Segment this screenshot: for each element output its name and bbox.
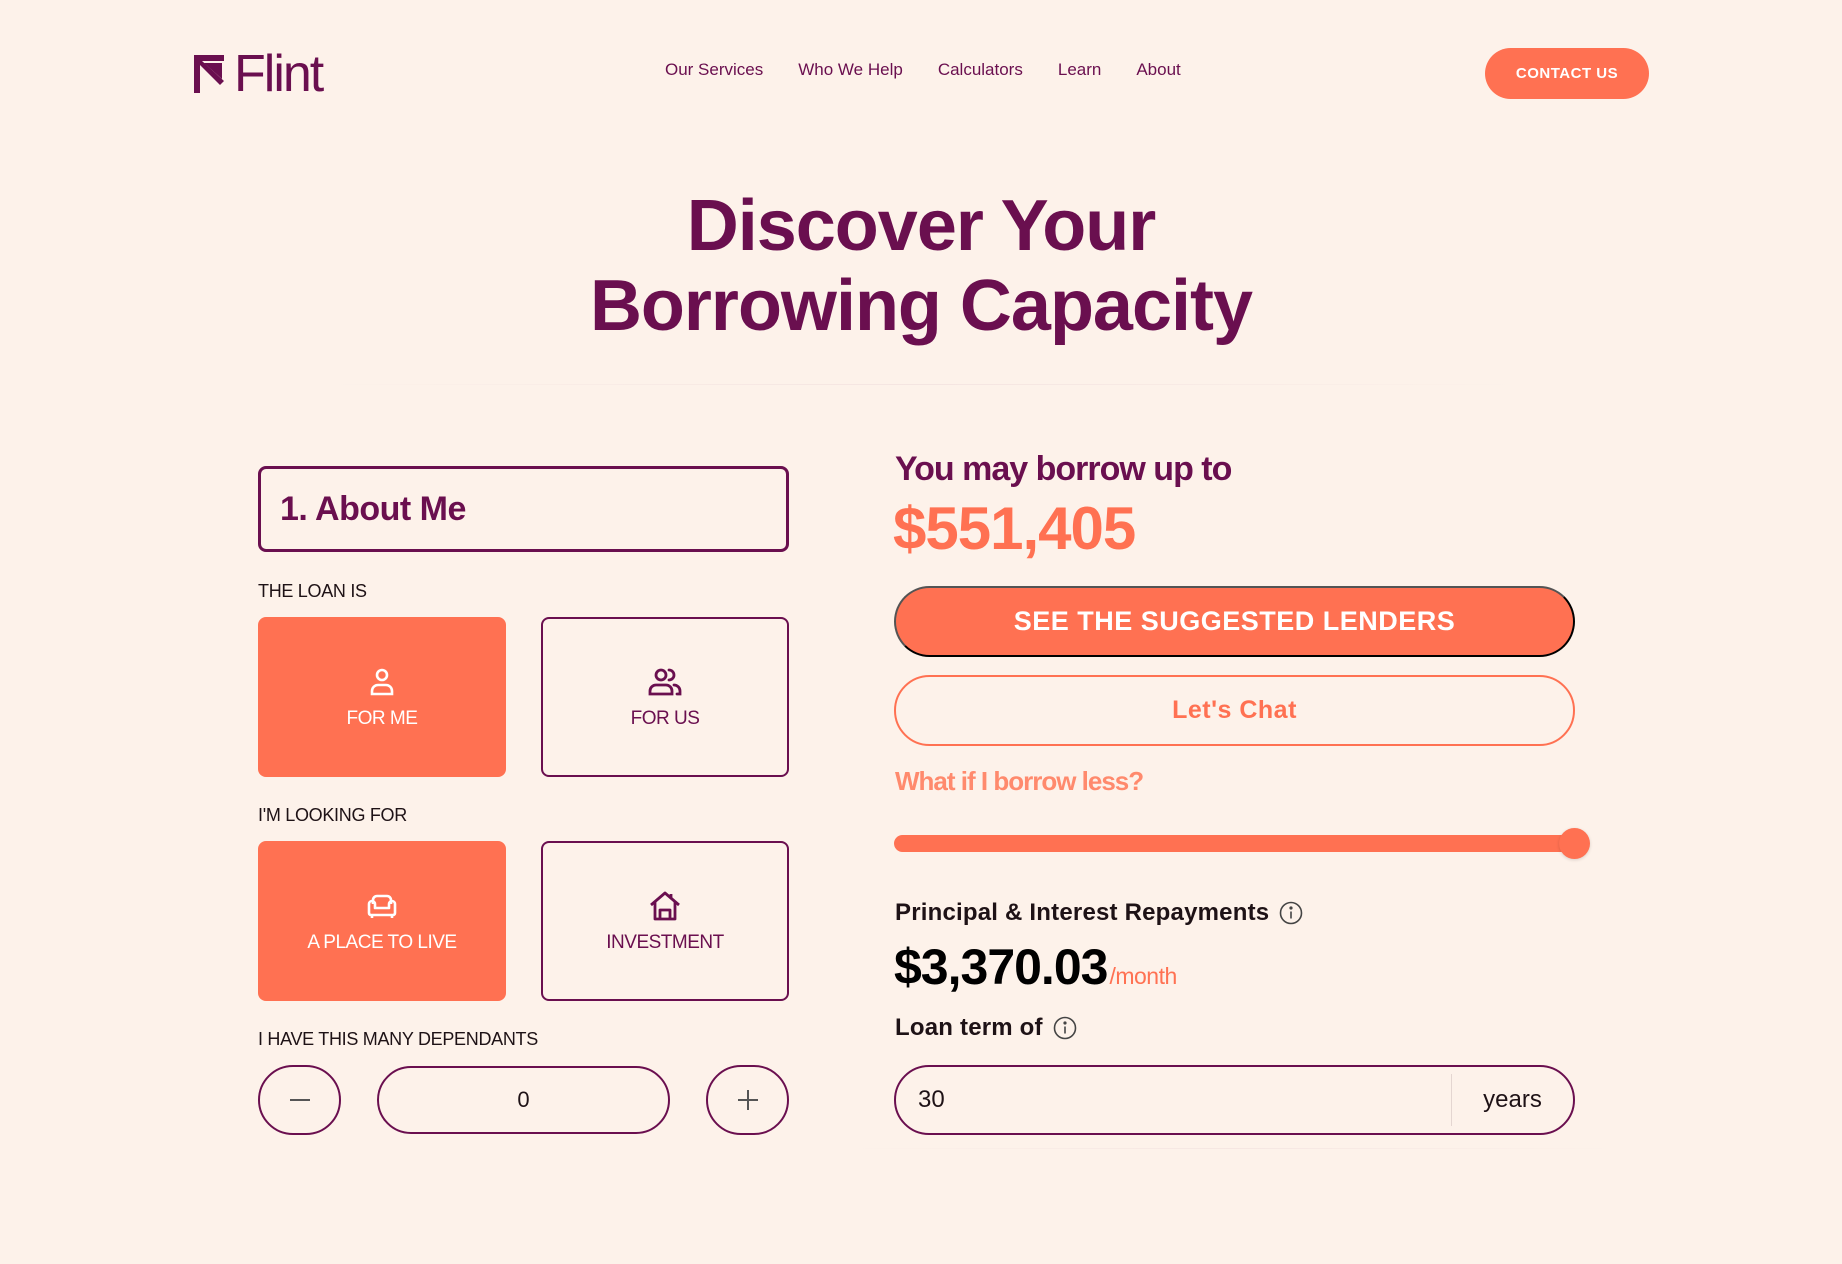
borrow-amount-slider[interactable] xyxy=(894,835,1575,852)
option-for-me-label: FOR ME xyxy=(346,708,418,729)
nav-learn[interactable]: Learn xyxy=(1058,60,1101,80)
section-divider xyxy=(843,1148,1623,1149)
logo-text: Flint xyxy=(234,45,324,103)
looking-for-label: I'M LOOKING FOR xyxy=(258,805,407,825)
borrow-slider-thumb[interactable] xyxy=(1559,828,1590,859)
option-place-to-live[interactable]: A PLACE TO LIVE xyxy=(258,841,506,1001)
repayments-label: Principal & Interest Repayments xyxy=(895,899,1303,927)
house-icon xyxy=(650,891,680,921)
sofa-icon xyxy=(367,894,397,918)
nav-about[interactable]: About xyxy=(1136,60,1180,80)
page-title-line1: Discover Your xyxy=(686,186,1157,266)
nav-calculators[interactable]: Calculators xyxy=(938,60,1023,80)
flint-logo-icon xyxy=(194,55,224,93)
dependants-count-field[interactable]: 0 xyxy=(377,1066,670,1134)
loan-term-unit: years xyxy=(1483,1086,1542,1113)
option-for-us-label: FOR US xyxy=(630,708,700,729)
loan-is-label: THE LOAN IS xyxy=(258,581,367,601)
option-for-us[interactable]: FOR US xyxy=(541,617,789,777)
loan-term-label-text: Loan term of xyxy=(895,1014,1043,1041)
option-investment[interactable]: INVESTMENT xyxy=(541,841,789,1001)
nav-who-we-help[interactable]: Who We Help xyxy=(798,60,903,80)
loan-term-input[interactable]: 30 years xyxy=(894,1065,1575,1135)
plus-icon xyxy=(737,1090,758,1110)
dependants-count-value: 0 xyxy=(517,1087,530,1112)
option-for-me[interactable]: FOR ME xyxy=(258,617,506,777)
site-header: Flint Our Services Who We Help Calculato… xyxy=(0,0,1842,150)
repayments-unit: /month xyxy=(1109,963,1177,989)
minus-icon xyxy=(289,1099,310,1101)
info-icon[interactable] xyxy=(1053,1016,1077,1040)
loan-term-value[interactable]: 30 xyxy=(896,1086,1451,1114)
see-suggested-lenders-button[interactable]: SEE THE SUGGESTED LENDERS xyxy=(894,586,1575,657)
borrow-heading: You may borrow up to xyxy=(895,450,1232,488)
page-title-line2: Borrowing Capacity xyxy=(589,266,1253,346)
about-me-section-header[interactable]: 1. About Me xyxy=(258,466,789,552)
decrement-dependants-button[interactable] xyxy=(258,1065,341,1135)
people-icon xyxy=(648,668,682,696)
repayments-label-text: Principal & Interest Repayments xyxy=(895,899,1270,926)
page-title: Discover Your Borrowing Capacity xyxy=(0,186,1842,346)
hero-divider xyxy=(315,384,1530,385)
contact-us-button[interactable]: CONTACT US xyxy=(1485,48,1649,99)
borrow-less-label: What if I borrow less? xyxy=(895,766,1144,796)
borrow-amount: $551,405 xyxy=(893,495,1136,562)
increment-dependants-button[interactable] xyxy=(706,1065,789,1135)
info-icon[interactable] xyxy=(1279,901,1303,925)
flint-logo[interactable]: Flint xyxy=(192,45,324,103)
nav-our-services[interactable]: Our Services xyxy=(665,60,763,80)
person-icon xyxy=(370,668,394,696)
option-place-to-live-label: A PLACE TO LIVE xyxy=(307,932,457,953)
dependants-label: I HAVE THIS MANY DEPENDANTS xyxy=(258,1029,538,1049)
repayments-amount-row: $3,370.03 /month xyxy=(894,938,1177,996)
main-nav: Our Services Who We Help Calculators Lea… xyxy=(665,60,1181,80)
loan-term-label: Loan term of xyxy=(895,1014,1077,1042)
lets-chat-button[interactable]: Let's Chat xyxy=(894,675,1575,746)
repayments-value: $3,370.03 xyxy=(894,939,1108,995)
section-title: 1. About Me xyxy=(280,489,466,528)
option-investment-label: INVESTMENT xyxy=(606,932,724,953)
